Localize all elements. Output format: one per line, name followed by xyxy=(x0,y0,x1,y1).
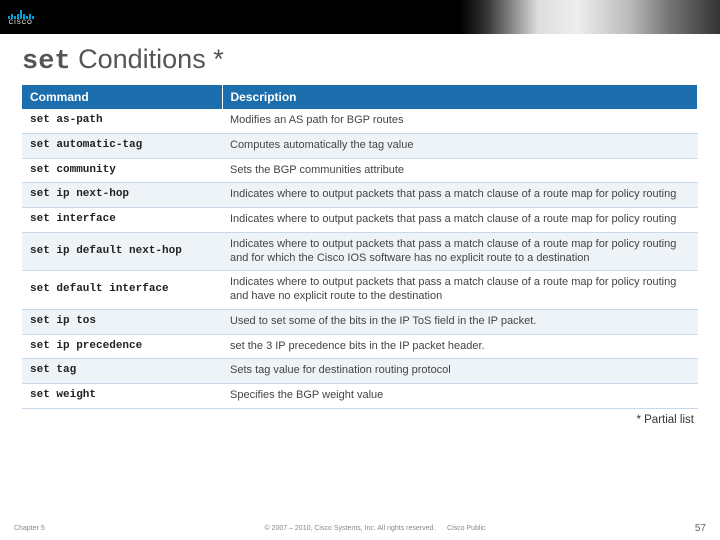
description-cell: Indicates where to output packets that p… xyxy=(222,232,698,271)
command-cell: set ip tos xyxy=(22,309,222,334)
footer-copyright: © 2007 – 2010, Cisco Systems, Inc. All r… xyxy=(264,525,435,532)
description-cell: Indicates where to output packets that p… xyxy=(222,183,698,208)
table-row: set default interfaceIndicates where to … xyxy=(22,271,698,310)
cisco-logo-text: CISCO xyxy=(9,20,33,26)
table-row: set ip default next-hopIndicates where t… xyxy=(22,232,698,271)
cisco-logo: CISCO xyxy=(8,9,34,26)
table-row: set ip precedenceset the 3 IP precedence… xyxy=(22,334,698,359)
header-photo xyxy=(460,0,720,34)
footer-chapter: Chapter 5 xyxy=(14,525,74,532)
description-cell: Sets the BGP communities attribute xyxy=(222,158,698,183)
table-row: set communitySets the BGP communities at… xyxy=(22,158,698,183)
table-row: set interfaceIndicates where to output p… xyxy=(22,208,698,233)
command-cell: set ip next-hop xyxy=(22,183,222,208)
header-description: Description xyxy=(222,85,698,109)
page-title: set Conditions * xyxy=(0,34,720,85)
description-cell: Used to set some of the bits in the IP T… xyxy=(222,309,698,334)
description-cell: Indicates where to output packets that p… xyxy=(222,271,698,310)
description-cell: Indicates where to output packets that p… xyxy=(222,208,698,233)
top-band: CISCO xyxy=(0,0,720,34)
table-row: set weightSpecifies the BGP weight value xyxy=(22,384,698,409)
table-row: set ip next-hopIndicates where to output… xyxy=(22,183,698,208)
footnote: * Partial list xyxy=(0,409,720,426)
table-row: set automatic-tagComputes automatically … xyxy=(22,133,698,158)
header-command: Command xyxy=(22,85,222,109)
command-cell: set automatic-tag xyxy=(22,133,222,158)
command-cell: set community xyxy=(22,158,222,183)
table-row: set as-pathModifies an AS path for BGP r… xyxy=(22,109,698,133)
description-cell: Computes automatically the tag value xyxy=(222,133,698,158)
table-wrap: Command Description set as-pathModifies … xyxy=(0,85,720,409)
title-prefix: set xyxy=(22,47,71,77)
footer: Chapter 5 © 2007 – 2010, Cisco Systems, … xyxy=(0,523,720,534)
command-cell: set as-path xyxy=(22,109,222,133)
command-cell: set ip precedence xyxy=(22,334,222,359)
footer-page: 57 xyxy=(676,523,706,534)
title-suffix: Conditions * xyxy=(71,44,224,74)
footer-public: Cisco Public xyxy=(447,525,486,532)
table-row: set ip tosUsed to set some of the bits i… xyxy=(22,309,698,334)
description-cell: set the 3 IP precedence bits in the IP p… xyxy=(222,334,698,359)
command-cell: set default interface xyxy=(22,271,222,310)
command-cell: set weight xyxy=(22,384,222,409)
command-cell: set tag xyxy=(22,359,222,384)
description-cell: Specifies the BGP weight value xyxy=(222,384,698,409)
commands-table: Command Description set as-pathModifies … xyxy=(22,85,698,409)
footer-mid: © 2007 – 2010, Cisco Systems, Inc. All r… xyxy=(74,525,676,532)
cisco-logo-bars xyxy=(8,9,34,19)
table-row: set tagSets tag value for destination ro… xyxy=(22,359,698,384)
description-cell: Modifies an AS path for BGP routes xyxy=(222,109,698,133)
command-cell: set ip default next-hop xyxy=(22,232,222,271)
description-cell: Sets tag value for destination routing p… xyxy=(222,359,698,384)
command-cell: set interface xyxy=(22,208,222,233)
